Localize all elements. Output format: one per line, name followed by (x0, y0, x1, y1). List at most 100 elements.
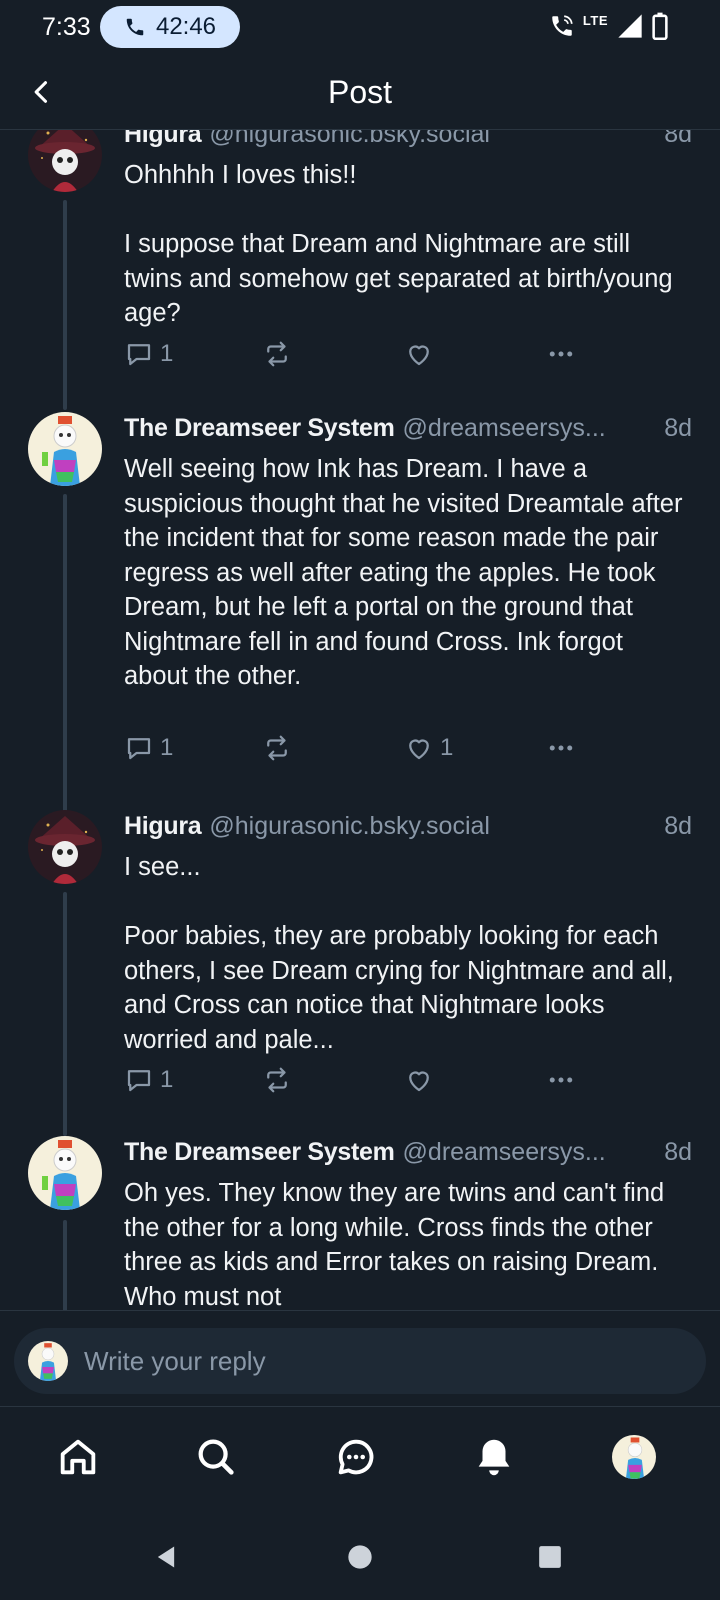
author-handle[interactable]: @dreamseersys... (403, 414, 659, 443)
post-header: Higura @higurasonic.bsky.social 8d (124, 812, 692, 846)
reply-count: 1 (160, 340, 174, 367)
system-back-button[interactable] (146, 1537, 186, 1577)
triangle-back-icon (157, 1546, 175, 1568)
avatar[interactable] (28, 810, 102, 884)
author-handle[interactable]: @higurasonic.bsky.social (209, 130, 658, 149)
reply-button[interactable]: 1 (124, 728, 173, 768)
header: Post (0, 56, 720, 130)
heart-icon (409, 739, 429, 760)
author-name[interactable]: Higura (124, 812, 202, 841)
repost-icon (267, 735, 287, 761)
system-navigation (0, 1507, 720, 1600)
repost-icon (267, 1067, 287, 1093)
post-header: The Dreamseer System @dreamseersys... 8d (124, 1138, 692, 1172)
reply-composer[interactable]: Write your reply (14, 1328, 706, 1394)
reply-placeholder: Write your reply (84, 1345, 266, 1376)
post[interactable]: The Dreamseer System @dreamseersys... 8d… (0, 1136, 720, 1310)
reply-icon (127, 738, 151, 760)
status-bar: 7:33 42:46 LTE (0, 0, 720, 56)
like-button[interactable]: 1 (404, 728, 453, 768)
avatar[interactable] (28, 412, 102, 486)
repost-button[interactable] (262, 728, 292, 768)
more-options-button[interactable] (546, 1060, 576, 1100)
post-header: The Dreamseer System @dreamseersys... 8d (124, 414, 692, 448)
more-horizontal-icon (549, 1077, 573, 1083)
post-text: Ohhhhh I loves this!! I suppose that Dre… (124, 161, 673, 327)
rainbow-skeleton-avatar-icon (28, 412, 102, 486)
call-duration: 42:46 (155, 13, 217, 40)
phone-icon (126, 18, 144, 36)
nav-search[interactable] (186, 1427, 246, 1487)
post[interactable]: Higura @higurasonic.bsky.social 8d I see… (0, 810, 720, 1120)
repost-icon (267, 341, 287, 367)
nav-home[interactable] (48, 1427, 108, 1487)
circle-home-icon (348, 1545, 372, 1569)
bottom-navigation (0, 1407, 720, 1507)
rainbow-skeleton-avatar-icon (612, 1435, 656, 1479)
lte-label: LTE (582, 12, 608, 28)
author-handle[interactable]: @dreamseersys... (403, 1138, 659, 1167)
like-count: 1 (440, 734, 454, 761)
heart-icon (409, 345, 429, 366)
system-home-button[interactable] (340, 1537, 380, 1577)
post-timestamp: 8d (664, 812, 692, 840)
avatar[interactable] (28, 1136, 102, 1210)
composer-divider (0, 1310, 720, 1311)
more-options-button[interactable] (546, 728, 576, 768)
reply-button[interactable]: 1 (124, 334, 173, 374)
repost-button[interactable] (262, 1060, 292, 1100)
profile-avatar (612, 1435, 656, 1479)
reply-count: 1 (160, 734, 174, 761)
author-name[interactable]: The Dreamseer System (124, 1138, 395, 1167)
status-icons: LTE (549, 12, 668, 40)
reply-icon (127, 1070, 151, 1092)
heart-icon (409, 1071, 429, 1092)
search-icon (198, 1439, 234, 1475)
square-recents-icon (539, 1546, 561, 1568)
author-name[interactable]: Higura (124, 130, 202, 149)
system-recents-button[interactable] (530, 1537, 570, 1577)
post-header: Higura @higurasonic.bsky.social 8d (124, 130, 692, 154)
post-timestamp: 8d (664, 130, 692, 148)
more-horizontal-icon (549, 745, 573, 751)
rainbow-skeleton-avatar-icon (28, 1136, 102, 1210)
post-actions: 1 1 (124, 728, 594, 768)
author-handle[interactable]: @higurasonic.bsky.social (209, 812, 658, 841)
post-text: Well seeing how Ink has Dream. I have a … (124, 455, 690, 690)
page-title: Post (327, 74, 393, 110)
witch-skeleton-avatar-icon (28, 130, 102, 192)
chat-icon (338, 1439, 374, 1475)
nav-chat[interactable] (326, 1427, 386, 1487)
post-timestamp: 8d (664, 414, 692, 442)
nav-profile[interactable] (604, 1427, 664, 1487)
home-icon (60, 1439, 96, 1475)
more-horizontal-icon (549, 351, 573, 357)
like-button[interactable] (404, 334, 440, 374)
post-actions: 1 (124, 1060, 594, 1100)
my-avatar (28, 1341, 68, 1381)
reply-count: 1 (160, 1066, 174, 1093)
avatar[interactable] (28, 130, 102, 192)
bell-icon (478, 1439, 510, 1476)
more-options-button[interactable] (546, 334, 576, 374)
post-text: I see... Poor babies, they are probably … (124, 853, 674, 1054)
wifi-calling-icon (552, 15, 573, 36)
nav-notifications[interactable] (464, 1427, 524, 1487)
reply-icon (127, 344, 151, 366)
signal-icon (618, 14, 642, 38)
status-time: 7:33 (42, 13, 91, 41)
thread: Higura @higurasonic.bsky.social 8d Ohhhh… (0, 130, 720, 1310)
ongoing-call-chip[interactable]: 42:46 (100, 6, 240, 48)
post-text: Oh yes. They know they are twins and can… (124, 1179, 672, 1310)
post-timestamp: 8d (664, 1138, 692, 1166)
like-button[interactable] (404, 1060, 440, 1100)
author-name[interactable]: The Dreamseer System (124, 414, 395, 443)
post[interactable]: Higura @higurasonic.bsky.social 8d Ohhhh… (0, 130, 720, 418)
screen: 7:33 42:46 LTE Post Higura @higurasonic.… (0, 0, 720, 1600)
post[interactable]: The Dreamseer System @dreamseersys... 8d… (0, 412, 720, 792)
repost-button[interactable] (262, 334, 292, 374)
battery-icon (652, 12, 668, 40)
reply-button[interactable]: 1 (124, 1060, 173, 1100)
rainbow-skeleton-avatar-icon (28, 1341, 68, 1381)
post-actions: 1 (124, 334, 594, 374)
